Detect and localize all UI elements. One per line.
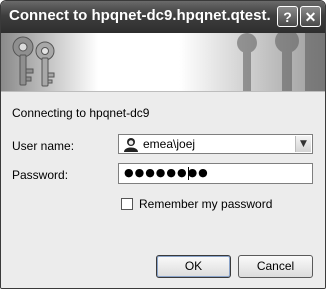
dialog-body: Connecting to hpqnet-dc9 User name: emea…: [1, 92, 325, 288]
username-value: emea\joej: [143, 137, 196, 151]
connecting-text: Connecting to hpqnet-dc9: [12, 106, 150, 120]
remember-password-checkbox[interactable]: [121, 198, 133, 210]
ok-button[interactable]: OK: [156, 255, 231, 278]
username-label: User name:: [12, 139, 75, 153]
banner-decoration: [237, 33, 325, 91]
title-bar: Connect to hpqnet-dc9.hpqnet.qtest.cp...…: [1, 1, 325, 33]
credentials-dialog: Connect to hpqnet-dc9.hpqnet.qtest.cp...…: [0, 0, 326, 289]
remember-password-label[interactable]: Remember my password: [139, 197, 272, 211]
text-caret: [188, 167, 189, 180]
chevron-down-icon[interactable]: ▼: [295, 136, 311, 152]
password-field[interactable]: ●●●●●●●●: [118, 163, 313, 184]
banner: [1, 33, 325, 92]
username-combobox[interactable]: emea\joej ▼: [118, 134, 313, 154]
help-button[interactable]: ?: [277, 6, 298, 27]
user-icon: [124, 138, 138, 152]
cancel-button[interactable]: Cancel: [238, 255, 313, 278]
window-title: Connect to hpqnet-dc9.hpqnet.qtest.cp...: [9, 7, 271, 24]
password-mask: ●●●●●●●●: [124, 166, 209, 179]
keys-icon: [12, 36, 55, 87]
password-label: Password:: [12, 168, 69, 182]
close-button[interactable]: ✕: [300, 6, 321, 27]
